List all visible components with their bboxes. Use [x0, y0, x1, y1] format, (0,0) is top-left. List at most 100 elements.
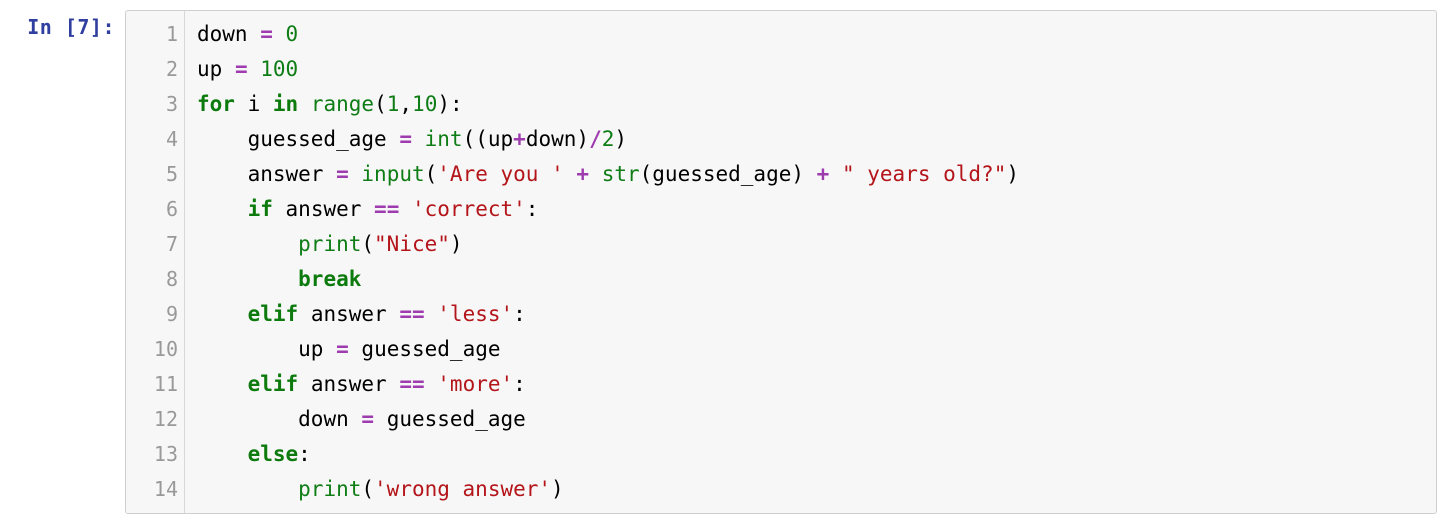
- line-number: 12: [126, 402, 178, 437]
- token-number: 2: [602, 127, 615, 151]
- line-number: 14: [126, 472, 178, 507]
- token-op: =: [399, 127, 412, 151]
- token-punc: (: [425, 162, 438, 186]
- token-punc: ,: [399, 92, 412, 116]
- token-number: 1: [387, 92, 400, 116]
- line-number: 2: [126, 52, 178, 87]
- code-line: print("Nice"): [197, 227, 1426, 262]
- token-punc: :: [526, 197, 539, 221]
- token-builtin: str: [602, 162, 640, 186]
- token-op: +: [817, 162, 830, 186]
- token-name: guessed_age: [387, 407, 526, 431]
- line-number: 6: [126, 192, 178, 227]
- code-line: up = guessed_age: [197, 332, 1426, 367]
- line-number: 4: [126, 122, 178, 157]
- token-keyword: elif: [248, 302, 299, 326]
- token-name: down: [526, 127, 577, 151]
- token-punc: (: [361, 477, 374, 501]
- token-keyword: in: [273, 92, 298, 116]
- token-punc: :: [298, 442, 311, 466]
- token-string: " years old?": [842, 162, 1006, 186]
- code-line: else:: [197, 437, 1426, 472]
- token-punc: ): [791, 162, 804, 186]
- code-line: guessed_age = int((up+down)/2): [197, 122, 1426, 157]
- code-line: answer = input('Are you ' + str(guessed_…: [197, 157, 1426, 192]
- line-number: 9: [126, 297, 178, 332]
- token-string: "Nice": [374, 232, 450, 256]
- token-builtin: print: [298, 232, 361, 256]
- token-punc: ): [1006, 162, 1019, 186]
- token-keyword: if: [248, 197, 273, 221]
- token-name: up: [197, 57, 222, 81]
- code-input-area[interactable]: 1 2 3 4 5 6 7 8 9 10 11 12 13 14 down = …: [125, 10, 1437, 514]
- line-number-gutter: 1 2 3 4 5 6 7 8 9 10 11 12 13 14: [126, 11, 185, 513]
- code-line: down = 0: [197, 17, 1426, 52]
- token-punc: (: [374, 92, 387, 116]
- token-punc: ): [437, 92, 450, 116]
- line-number: 10: [126, 332, 178, 367]
- token-string: 'Are you ': [437, 162, 563, 186]
- token-punc: ): [551, 477, 564, 501]
- token-name: i: [248, 92, 261, 116]
- token-name: guessed_age: [361, 337, 500, 361]
- token-name: answer: [311, 302, 387, 326]
- token-keyword: for: [197, 92, 235, 116]
- code-line: elif answer == 'more':: [197, 367, 1426, 402]
- token-op: =: [361, 407, 374, 431]
- code-line: if answer == 'correct':: [197, 192, 1426, 227]
- token-op: +: [576, 162, 589, 186]
- token-string: 'wrong answer': [374, 477, 551, 501]
- code-line: break: [197, 262, 1426, 297]
- code-line: for i in range(1,10):: [197, 87, 1426, 122]
- token-op: ==: [399, 302, 424, 326]
- line-number: 5: [126, 157, 178, 192]
- token-number: 100: [260, 57, 298, 81]
- token-name: guessed_age: [652, 162, 791, 186]
- line-number: 8: [126, 262, 178, 297]
- token-punc: ): [450, 232, 463, 256]
- token-op: /: [589, 127, 602, 151]
- line-number: 1: [126, 17, 178, 52]
- token-name: answer: [311, 372, 387, 396]
- token-keyword: elif: [248, 372, 299, 396]
- token-punc: ): [614, 127, 627, 151]
- token-name: answer: [286, 197, 362, 221]
- token-string: 'less': [437, 302, 513, 326]
- token-keyword: break: [298, 267, 361, 291]
- token-number: 10: [412, 92, 437, 116]
- token-punc: :: [513, 302, 526, 326]
- line-number: 7: [126, 227, 178, 262]
- token-punc: (: [640, 162, 653, 186]
- code-line: print('wrong answer'): [197, 472, 1426, 507]
- token-op: =: [260, 22, 273, 46]
- token-number: 0: [286, 22, 299, 46]
- token-builtin: print: [298, 477, 361, 501]
- token-name: up: [298, 337, 323, 361]
- token-op: =: [336, 337, 349, 361]
- token-builtin: range: [311, 92, 374, 116]
- code-line: down = guessed_age: [197, 402, 1426, 437]
- token-op: ==: [374, 197, 399, 221]
- token-string: 'more': [437, 372, 513, 396]
- code-cell: In [7]: 1 2 3 4 5 6 7 8 9 10 11 12 13 14…: [0, 0, 1446, 514]
- token-op: =: [235, 57, 248, 81]
- token-op: =: [336, 162, 349, 186]
- token-punc: (: [361, 232, 374, 256]
- token-string: 'correct': [412, 197, 526, 221]
- token-name: down: [197, 22, 248, 46]
- line-number: 3: [126, 87, 178, 122]
- code-line: elif answer == 'less':: [197, 297, 1426, 332]
- token-op: +: [513, 127, 526, 151]
- token-punc: :: [450, 92, 463, 116]
- cell-prompt: In [7]:: [0, 10, 125, 45]
- code-content[interactable]: down = 0up = 100for i in range(1,10): gu…: [185, 11, 1436, 513]
- token-name: down: [298, 407, 349, 431]
- token-builtin: int: [425, 127, 463, 151]
- token-keyword: else: [248, 442, 299, 466]
- token-name: answer: [248, 162, 324, 186]
- token-name: up: [488, 127, 513, 151]
- token-punc: :: [513, 372, 526, 396]
- token-punc: (: [463, 127, 476, 151]
- token-builtin: input: [361, 162, 424, 186]
- token-op: ==: [399, 372, 424, 396]
